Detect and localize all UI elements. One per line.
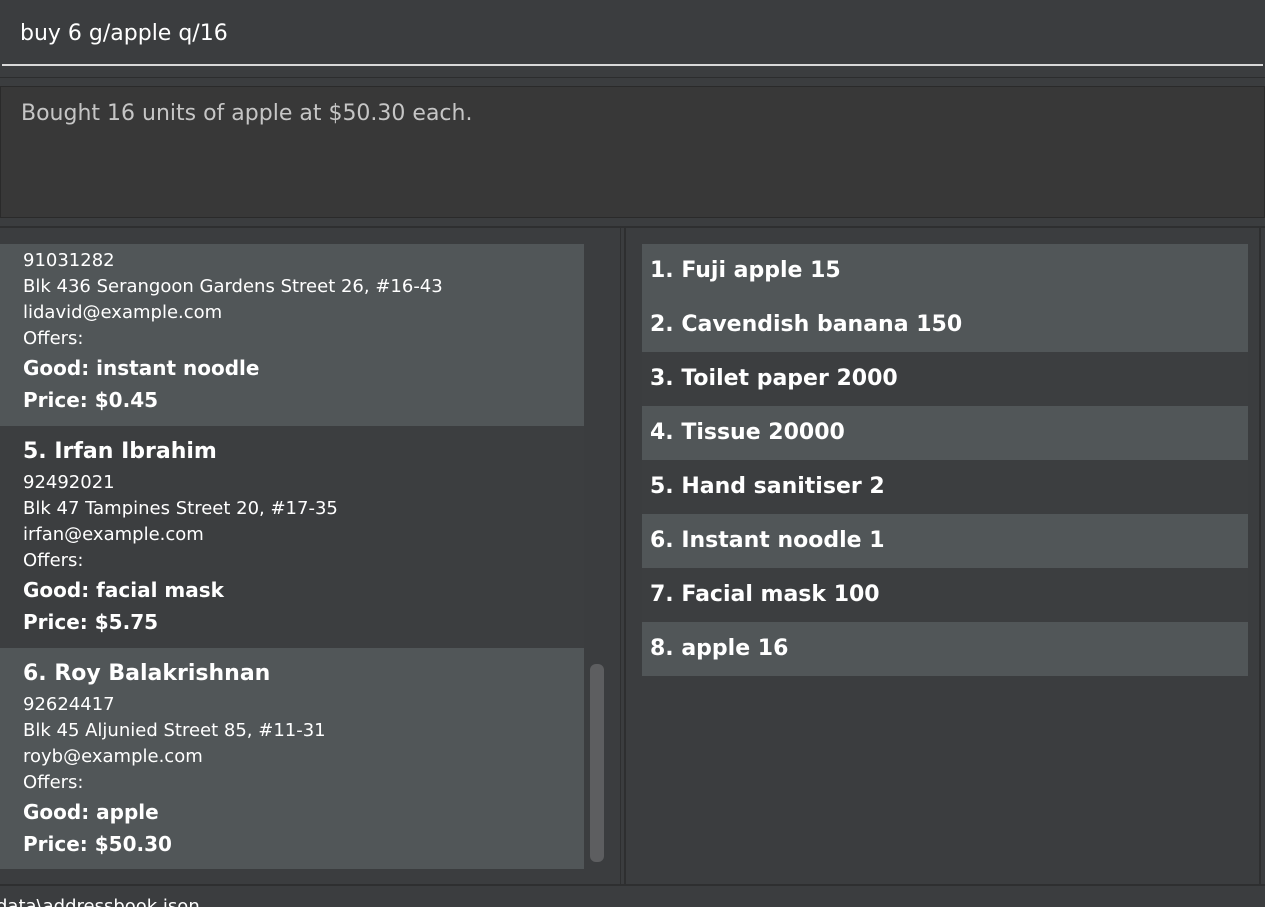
supplier-offers-label: Offers:	[23, 772, 84, 793]
app-window: Bought 16 units of apple at $50.30 each.…	[0, 0, 1265, 907]
supplier-email: lidavid@example.com	[23, 302, 223, 323]
supplier-good: Good: instant noodle	[23, 356, 260, 380]
status-bar: data\addressbook.json	[0, 884, 1265, 907]
supplier-list-scrollbar[interactable]	[590, 664, 604, 862]
inventory-item[interactable]: 4. Tissue 20000	[642, 406, 1248, 460]
inventory-item[interactable]: 5. Hand sanitiser 2	[642, 460, 1248, 514]
supplier-email: irfan@example.com	[23, 524, 204, 545]
supplier-phone: 92492021	[23, 472, 115, 493]
supplier-name: 5. Irfan Ibrahim	[23, 439, 217, 464]
inventory-item[interactable]: 2. Cavendish banana 150	[642, 298, 1248, 352]
supplier-address: Blk 45 Aljunied Street 85, #11-31	[23, 720, 326, 741]
command-box	[0, 0, 1265, 78]
supplier-address: Blk 436 Serangoon Gardens Street 26, #16…	[23, 276, 443, 297]
inventory-panel[interactable]: 1. Fuji apple 15 2. Cavendish banana 150…	[624, 228, 1261, 884]
supplier-list-panel[interactable]: 91031282 Blk 436 Serangoon Gardens Stree…	[0, 228, 621, 884]
result-message: Bought 16 units of apple at $50.30 each.	[21, 101, 473, 126]
supplier-good: Good: apple	[23, 800, 159, 824]
supplier-address: Blk 47 Tampines Street 20, #17-35	[23, 498, 338, 519]
inventory-item[interactable]: 8. apple 16	[642, 622, 1248, 676]
supplier-good: Good: facial mask	[23, 578, 224, 602]
supplier-phone: 92624417	[23, 694, 115, 715]
command-input[interactable]	[2, 2, 1263, 66]
supplier-offers-label: Offers:	[23, 328, 84, 349]
supplier-card[interactable]: 5. Irfan Ibrahim 92492021 Blk 47 Tampine…	[0, 426, 584, 648]
supplier-price: Price: $5.75	[23, 610, 159, 634]
inventory-item[interactable]: 1. Fuji apple 15	[642, 244, 1248, 298]
supplier-offers-label: Offers:	[23, 550, 84, 571]
result-display: Bought 16 units of apple at $50.30 each.	[0, 86, 1265, 218]
inventory-item[interactable]: 6. Instant noodle 1	[642, 514, 1248, 568]
supplier-price: Price: $0.45	[23, 388, 159, 412]
supplier-phone: 91031282	[23, 250, 115, 271]
inventory-item[interactable]: 3. Toilet paper 2000	[642, 352, 1248, 406]
status-file-path: data\addressbook.json	[0, 896, 200, 907]
inventory-item[interactable]: 7. Facial mask 100	[642, 568, 1248, 622]
supplier-price: Price: $50.30	[23, 832, 172, 856]
supplier-name: 6. Roy Balakrishnan	[23, 661, 271, 686]
supplier-card[interactable]: 6. Roy Balakrishnan 92624417 Blk 45 Alju…	[0, 648, 584, 869]
supplier-email: royb@example.com	[23, 746, 203, 767]
supplier-card[interactable]: 91031282 Blk 436 Serangoon Gardens Stree…	[0, 244, 584, 426]
